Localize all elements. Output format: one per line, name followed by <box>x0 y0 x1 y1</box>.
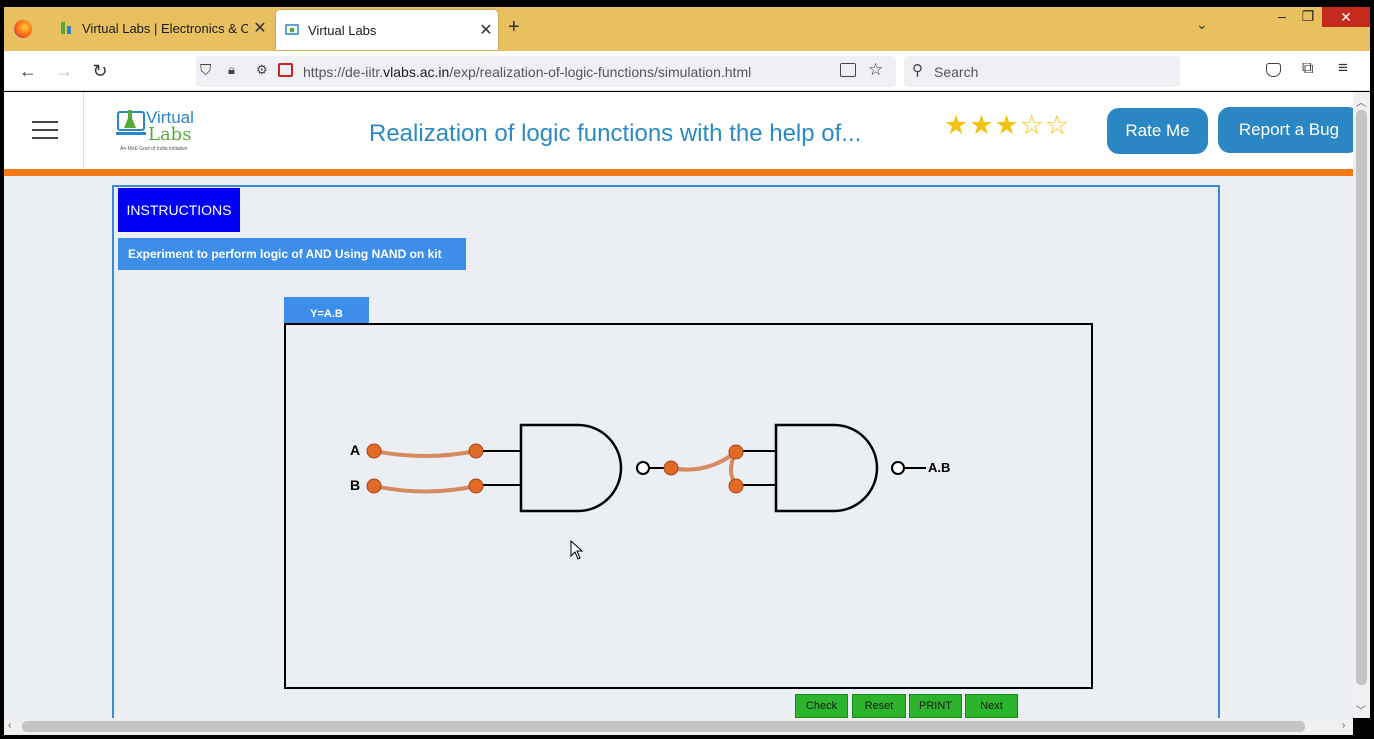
forward-arrow-icon[interactable]: → <box>52 60 76 82</box>
new-tab-plus-icon[interactable]: + <box>508 16 520 39</box>
star-filled-icon[interactable]: ★ <box>944 110 969 140</box>
terminal-input-a[interactable] <box>366 443 382 459</box>
back-arrow-icon[interactable]: ← <box>16 60 40 82</box>
rate-me-button[interactable]: Rate Me <box>1107 108 1208 154</box>
url-prefix: https://de-iitr. <box>303 64 384 80</box>
next-button[interactable]: Next <box>965 694 1018 718</box>
nand-gate-2 <box>774 423 879 513</box>
check-button[interactable]: Check <box>795 694 848 718</box>
url-domain: vlabs.ac.in <box>383 64 450 80</box>
logo-text-labs: Labs <box>148 124 192 145</box>
output-label: A.B <box>928 460 950 475</box>
nand-gate-2-bubble <box>891 461 905 475</box>
url-text[interactable]: https://de-iitr.vlabs.ac.in/exp/realizat… <box>303 64 751 80</box>
menu-icon[interactable]: ≡ <box>1338 58 1348 78</box>
logo-subtitle: An MoE Govt of India Initiative <box>120 146 188 152</box>
nand-gate-1 <box>519 423 623 513</box>
wire-b[interactable] <box>372 484 478 494</box>
permissions-icon[interactable]: ⚙ <box>256 62 268 78</box>
virtual-labs-favicon-icon <box>284 22 300 38</box>
wire-gate1-to-gate2-a[interactable] <box>669 450 738 472</box>
circuit-canvas[interactable]: A B A.B <box>284 323 1093 689</box>
reader-view-icon[interactable] <box>840 63 856 77</box>
shield-icon[interactable]: ⛉ <box>200 62 211 79</box>
scroll-left-icon[interactable]: ‹ <box>8 720 11 731</box>
star-filled-icon[interactable]: ★ <box>969 110 994 140</box>
input-a-label: A <box>350 442 360 458</box>
input-b-label: B <box>350 477 360 493</box>
print-button[interactable]: PRINT <box>909 694 962 718</box>
star-filled-icon[interactable]: ★ <box>994 110 1019 140</box>
tab-title: Virtual Labs <box>308 22 377 38</box>
circuit-tab[interactable]: Y=A.B <box>284 297 369 325</box>
star-empty-icon[interactable]: ☆ <box>1045 110 1070 140</box>
close-tab-icon[interactable]: ✕ <box>474 20 498 40</box>
reload-icon[interactable]: ↻ <box>88 60 112 82</box>
restore-icon[interactable]: ❐ <box>1293 8 1323 25</box>
terminal-gate2-in-a[interactable] <box>728 444 744 460</box>
page-title: Realization of logic functions with the … <box>369 120 862 147</box>
header-divider <box>4 169 1353 176</box>
virtual-labs-favicon-icon <box>58 20 74 36</box>
circuit-diagram: A B A.B <box>350 423 950 513</box>
vertical-scroll-thumb[interactable] <box>1356 110 1367 685</box>
mouse-cursor-icon <box>570 540 584 560</box>
terminal-gate2-in-b[interactable] <box>728 478 744 494</box>
tab-electronics[interactable]: Virtual Labs | Electronics & Com ✕ <box>46 7 272 49</box>
nand-gate-1-bubble <box>636 461 650 475</box>
firefox-icon[interactable] <box>14 20 32 38</box>
blocked-media-icon[interactable] <box>278 63 293 77</box>
chevron-down-icon[interactable]: ⌄ <box>1196 16 1208 33</box>
terminal-gate1-in-a[interactable] <box>468 443 484 459</box>
tab-title: Virtual Labs | Electronics & Com <box>82 20 248 36</box>
pocket-icon[interactable] <box>1266 63 1281 77</box>
reset-button[interactable]: Reset <box>852 694 906 718</box>
scroll-right-icon[interactable]: › <box>1342 720 1345 731</box>
tab-virtual-labs[interactable]: Virtual Labs ✕ <box>276 10 498 50</box>
instructions-button[interactable]: INSTRUCTIONS <box>118 188 240 232</box>
terminal-input-b[interactable] <box>366 478 382 494</box>
wire-a[interactable] <box>372 449 478 458</box>
scroll-down-icon[interactable]: ﹀ <box>1356 702 1366 717</box>
bookmark-star-icon[interactable]: ☆ <box>868 60 883 80</box>
window-close-icon[interactable]: ✕ <box>1322 7 1370 27</box>
search-icon: ⚲ <box>912 62 923 79</box>
lock-icon[interactable]: 🔒︎ <box>228 62 235 78</box>
search-placeholder[interactable]: Search <box>934 64 978 80</box>
experiment-title: Experiment to perform logic of AND Using… <box>118 238 466 270</box>
close-tab-icon[interactable]: ✕ <box>248 18 272 38</box>
terminal-gate1-in-b[interactable] <box>468 478 484 494</box>
scroll-up-icon[interactable]: ︿ <box>1356 94 1366 109</box>
terminal-gate1-out[interactable] <box>663 460 679 476</box>
horizontal-scroll-thumb[interactable] <box>22 721 1305 732</box>
url-path: /exp/realization-of-logic-functions/simu… <box>449 64 752 80</box>
hamburger-menu-icon[interactable] <box>4 92 84 168</box>
star-rating[interactable]: ★★★☆☆ <box>944 110 1070 141</box>
extensions-icon[interactable]: ⧉ <box>1302 60 1313 78</box>
report-bug-button[interactable]: Report a Bug <box>1218 107 1360 153</box>
star-empty-icon[interactable]: ☆ <box>1020 110 1045 140</box>
